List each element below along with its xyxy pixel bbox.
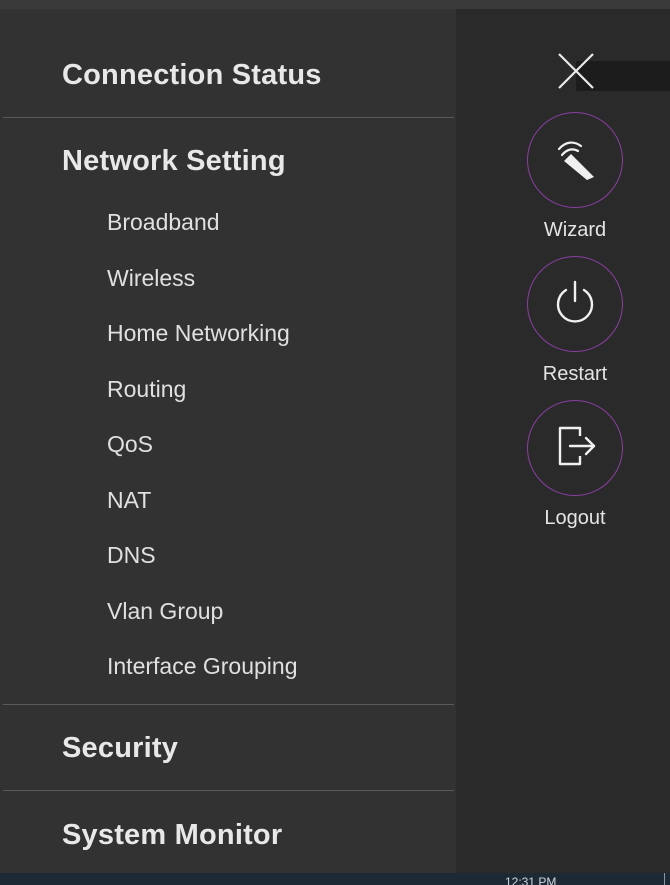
os-taskbar — [0, 873, 670, 885]
menu-divider — [3, 704, 454, 705]
submenu-wireless[interactable]: Wireless — [107, 265, 195, 292]
submenu-interface-grouping[interactable]: Interface Grouping — [107, 653, 298, 680]
logout-icon — [550, 421, 600, 476]
menu-connection-status[interactable]: Connection Status — [62, 59, 322, 92]
menu-security[interactable]: Security — [62, 732, 178, 765]
wand-icon — [549, 132, 601, 189]
close-icon[interactable] — [556, 52, 596, 90]
taskbar-separator — [664, 873, 665, 885]
restart-label[interactable]: Restart — [525, 363, 625, 386]
submenu-dns[interactable]: DNS — [107, 542, 156, 569]
navigation-menu: Connection Status Network Setting Broadb… — [0, 9, 456, 873]
submenu-routing[interactable]: Routing — [107, 376, 186, 403]
taskbar-clock: 12:31 PM — [505, 876, 557, 885]
menu-divider — [3, 117, 454, 118]
restart-button[interactable] — [527, 256, 623, 352]
logout-label[interactable]: Logout — [525, 507, 625, 530]
menu-divider — [3, 790, 454, 791]
submenu-broadband[interactable]: Broadband — [107, 209, 220, 236]
menu-system-monitor[interactable]: System Monitor — [62, 819, 282, 852]
power-icon — [550, 277, 600, 332]
submenu-qos[interactable]: QoS — [107, 431, 153, 458]
wizard-label[interactable]: Wizard — [525, 219, 625, 242]
wizard-button[interactable] — [527, 112, 623, 208]
submenu-home-networking[interactable]: Home Networking — [107, 320, 290, 347]
logout-button[interactable] — [527, 400, 623, 496]
menu-network-setting[interactable]: Network Setting — [62, 145, 286, 178]
submenu-vlan-group[interactable]: Vlan Group — [107, 598, 223, 625]
submenu-nat[interactable]: NAT — [107, 487, 151, 514]
